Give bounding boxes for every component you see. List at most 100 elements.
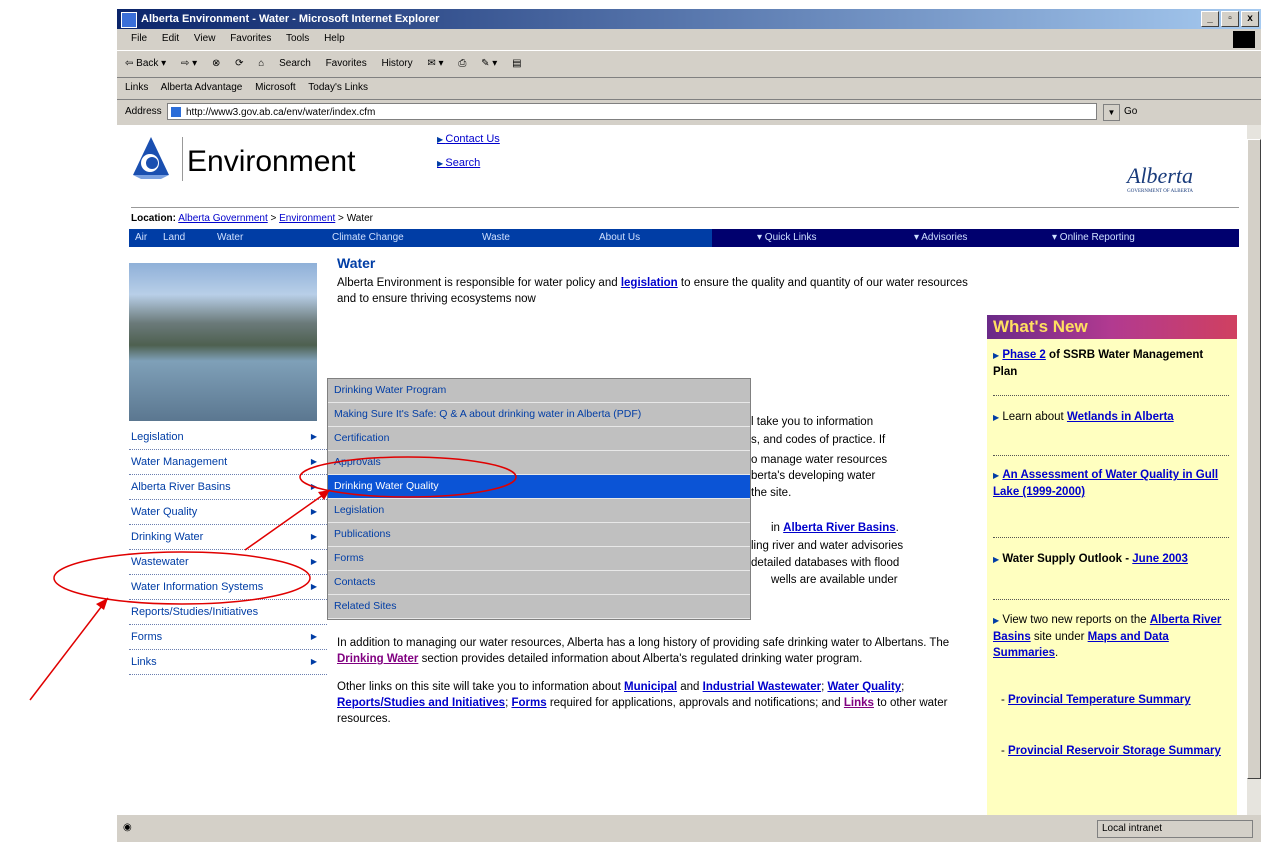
top-links: ▶ Contact Us ▶ Search: [437, 133, 500, 181]
intro-paragraph: Alberta Environment is responsible for w…: [337, 277, 968, 305]
contact-us-link[interactable]: ▶ Contact Us: [437, 133, 500, 145]
gull-lake-assessment-link[interactable]: An Assessment of Water Quality in Gull L…: [993, 469, 1218, 498]
address-dropdown-icon[interactable]: ▼: [1103, 104, 1120, 121]
link-todays-links[interactable]: Today's Links: [308, 82, 368, 93]
nav-advisories[interactable]: ▾ Advisories: [914, 229, 967, 247]
menu-tools[interactable]: Tools: [286, 33, 309, 44]
window-title: Alberta Environment - Water - Microsoft …: [141, 13, 440, 25]
breadcrumb-environment[interactable]: Environment: [279, 213, 335, 224]
left-nav-reports-studies[interactable]: Reports/Studies/Initiatives: [129, 600, 327, 625]
maximize-button[interactable]: ▫: [1221, 11, 1239, 27]
menu-view[interactable]: View: [194, 33, 216, 44]
link-microsoft[interactable]: Microsoft: [255, 82, 296, 93]
vertical-scrollbar[interactable]: [1247, 125, 1261, 815]
mountain-lake-photo: [129, 263, 317, 421]
nav-climate-change[interactable]: Climate Change: [332, 229, 404, 247]
drinking-water-link[interactable]: Drinking Water: [337, 653, 418, 665]
nav-land[interactable]: Land: [163, 229, 185, 247]
discuss-button[interactable]: ▤: [512, 58, 521, 69]
phase-2-link[interactable]: Phase 2: [1002, 349, 1045, 361]
menu-help[interactable]: Help: [324, 33, 345, 44]
whats-new-item: ▶ An Assessment of Water Quality in Gull…: [993, 469, 1219, 498]
menu-item-making-sure-its-safe[interactable]: Making Sure It's Safe: Q & A about drink…: [328, 403, 750, 427]
menu-item-drinking-water-quality[interactable]: Drinking Water Quality: [328, 475, 750, 499]
print-button[interactable]: ⎙: [458, 58, 466, 69]
provincial-reservoir-storage-summary-link[interactable]: Provincial Reservoir Storage Summary: [1008, 745, 1221, 757]
whats-new-item: ▶ Learn about Wetlands in Alberta: [993, 411, 1174, 423]
environment-logo-icon: [133, 137, 169, 179]
refresh-button[interactable]: ⟳: [235, 58, 243, 69]
menu-item-drinking-water-program[interactable]: Drinking Water Program: [328, 379, 750, 403]
wetlands-link[interactable]: Wetlands in Alberta: [1067, 411, 1174, 423]
left-nav-forms[interactable]: Forms ▶: [129, 625, 327, 650]
links-link[interactable]: Links: [844, 697, 874, 709]
close-button[interactable]: x: [1241, 11, 1259, 27]
menu-item-approvals[interactable]: Approvals: [328, 451, 750, 475]
nav-online-reporting[interactable]: ▾ Online Reporting: [1052, 229, 1135, 247]
stop-button[interactable]: ⊗: [212, 58, 220, 69]
forms-link[interactable]: Forms: [511, 697, 546, 709]
provincial-temperature-summary-link[interactable]: Provincial Temperature Summary: [1008, 694, 1191, 706]
industrial-wastewater-link[interactable]: Industrial Wastewater: [703, 681, 821, 693]
menu-item-legislation[interactable]: Legislation: [328, 499, 750, 523]
alberta-logo: Alberta GOVERNMENT OF ALBERTA: [1127, 163, 1193, 194]
links-label: Links: [125, 82, 149, 93]
breadcrumb: Location: Alberta Government > Environme…: [131, 213, 373, 224]
alberta-river-basins-link[interactable]: Alberta River Basins: [783, 522, 896, 534]
whats-new-item: ▶ Water Supply Outlook - June 2003: [993, 553, 1188, 565]
mail-button[interactable]: ✉ ▾: [427, 58, 443, 69]
main-content-lower: In addition to managing our water resour…: [337, 635, 969, 739]
menu-item-certification[interactable]: Certification: [328, 427, 750, 451]
favorites-button[interactable]: Favorites: [326, 58, 367, 69]
menu-favorites[interactable]: Favorites: [230, 33, 271, 44]
reports-studies-link[interactable]: Reports/Studies and Initiatives: [337, 697, 505, 709]
nav-quick-links[interactable]: ▾ Quick Links: [757, 229, 816, 247]
edit-button[interactable]: ✎ ▾: [481, 58, 497, 69]
nav-about-us[interactable]: About Us: [599, 229, 640, 247]
home-button[interactable]: ⌂: [258, 58, 264, 69]
nav-air[interactable]: Air: [135, 229, 147, 247]
left-nav-legislation[interactable]: Legislation ▶: [129, 425, 327, 450]
header-rule: [131, 207, 1239, 208]
nav-waste[interactable]: Waste: [482, 229, 510, 247]
text-fragment: l take you to information: [751, 416, 874, 428]
menu-bar: File Edit View Favorites Tools Help: [117, 29, 1261, 49]
menu-item-contacts[interactable]: Contacts: [328, 571, 750, 595]
go-button[interactable]: Go: [1124, 100, 1137, 124]
left-nav-links[interactable]: Links ▶: [129, 650, 327, 675]
text-fragment: o manage water resources: [751, 454, 888, 466]
municipal-link[interactable]: Municipal: [624, 681, 677, 693]
left-nav-water-management[interactable]: Water Management ▶: [129, 450, 327, 475]
whats-new-panel: What's New ▶ Phase 2 of SSRB Water Manag…: [987, 315, 1237, 815]
left-nav-drinking-water[interactable]: Drinking Water ▶: [129, 525, 327, 550]
menu-item-related-sites[interactable]: Related Sites: [328, 595, 750, 619]
menu-item-publications[interactable]: Publications: [328, 523, 750, 547]
link-alberta-advantage[interactable]: Alberta Advantage: [161, 82, 243, 93]
whats-new-subitem: - Provincial Temperature Summary: [1001, 694, 1191, 706]
minimize-button[interactable]: _: [1201, 11, 1219, 27]
address-input[interactable]: http://www3.gov.ab.ca/env/water/index.cf…: [167, 103, 1097, 120]
left-nav-alberta-river-basins[interactable]: Alberta River Basins ▶: [129, 475, 327, 500]
ie-icon: [121, 12, 137, 28]
search-button[interactable]: Search: [279, 58, 311, 69]
status-ie-icon: ◉: [123, 822, 132, 833]
security-zone: Local intranet: [1097, 820, 1253, 838]
june-2003-link[interactable]: June 2003: [1132, 553, 1188, 565]
main-nav: Air Land Water Climate Change Waste Abou…: [129, 229, 1239, 247]
menu-edit[interactable]: Edit: [162, 33, 179, 44]
breadcrumb-alberta-government[interactable]: Alberta Government: [178, 213, 268, 224]
logo-divider: [182, 137, 183, 181]
search-link[interactable]: ▶ Search: [437, 157, 500, 169]
history-button[interactable]: History: [381, 58, 412, 69]
menu-item-forms[interactable]: Forms: [328, 547, 750, 571]
water-quality-link[interactable]: Water Quality: [827, 681, 901, 693]
nav-water[interactable]: Water: [217, 229, 243, 247]
back-button[interactable]: ⇦ Back ▾: [125, 58, 166, 69]
left-nav-water-quality[interactable]: Water Quality ▶: [129, 500, 327, 525]
left-nav-wastewater[interactable]: Wastewater ▶: [129, 550, 327, 575]
annotation-arrow: [29, 597, 109, 701]
menu-file[interactable]: File: [131, 33, 147, 44]
forward-button[interactable]: ⇨ ▾: [181, 58, 197, 69]
left-nav-water-information-systems[interactable]: Water Information Systems ▶: [129, 575, 327, 600]
legislation-link[interactable]: legislation: [621, 277, 678, 289]
